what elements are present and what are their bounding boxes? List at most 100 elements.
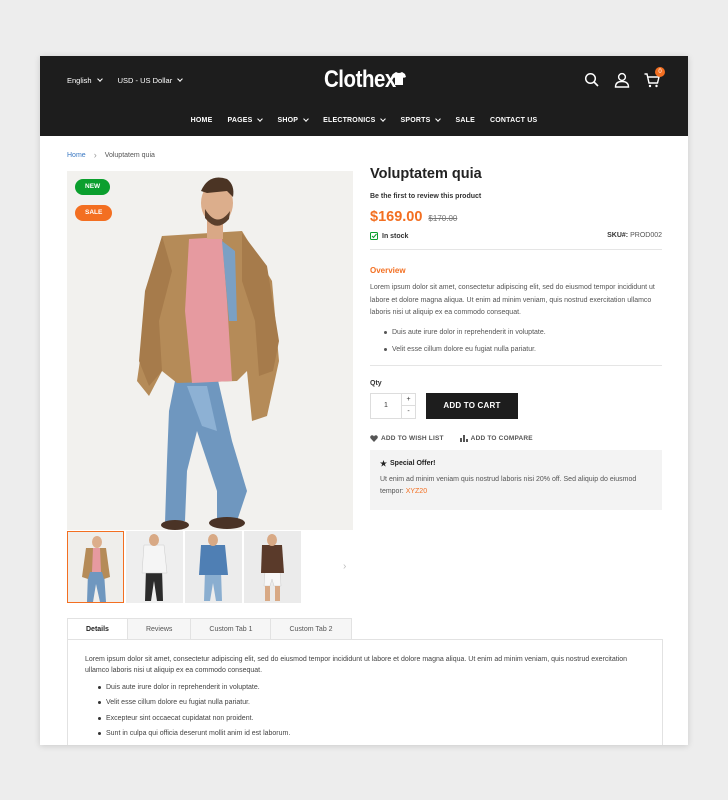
topbar-selectors: English USD - US Dollar — [67, 76, 184, 85]
offer-title: Special Offer! — [380, 459, 652, 467]
product-price: $169.00 — [370, 209, 423, 225]
add-to-compare-link[interactable]: ADD TO COMPARE — [459, 434, 533, 442]
product-info: Voluptatem quia Be the first to review t… — [370, 166, 662, 510]
thumbnail-strip — [67, 531, 301, 603]
sku-value: PROD002 — [630, 232, 662, 239]
nav-home[interactable]: HOME — [191, 117, 213, 124]
details-bullets: Duis aute irure dolor in reprehenderit i… — [98, 680, 645, 741]
star-icon — [380, 459, 387, 467]
chevron-down-icon — [257, 116, 264, 122]
bar-chart-icon — [459, 434, 468, 442]
breadcrumb-current: Voluptatem quia — [104, 151, 155, 159]
details-tab-panel: Lorem ipsum dolor sit amet, consectetur … — [67, 639, 663, 745]
cart-count-badge: 0 — [655, 67, 665, 77]
special-offer-box: Special Offer! Ut enim ad minim veniam q… — [370, 449, 662, 510]
quantity-buttons: + - — [401, 393, 415, 418]
user-icon[interactable] — [614, 72, 630, 88]
nav-label: ELECTRONICS — [323, 117, 376, 124]
chevron-down-icon — [380, 116, 387, 122]
thumbnail-photo — [68, 532, 123, 602]
breadcrumb-separator: › — [93, 150, 97, 160]
language-selector[interactable]: English — [67, 76, 103, 85]
sku: SKU#: PROD002 — [607, 232, 662, 240]
stock-status: In stock — [370, 232, 408, 240]
logo-text: Clothex — [324, 66, 396, 93]
nav-contact-us[interactable]: CONTACT US — [490, 117, 537, 124]
nav-label: SALE — [455, 117, 475, 124]
offer-code: XYZ20 — [405, 487, 428, 495]
tab-reviews[interactable]: Reviews — [127, 618, 192, 640]
language-label: English — [67, 76, 92, 85]
divider — [370, 249, 662, 250]
chevron-down-icon — [435, 116, 442, 122]
quantity-increase-button[interactable]: + — [402, 394, 415, 406]
thumbnail-photo — [185, 531, 242, 603]
breadcrumb-home-link[interactable]: Home — [67, 152, 86, 159]
list-item: Velit esse cillum dolore eu fugiat nulla… — [98, 695, 645, 710]
overview-title: Overview — [370, 266, 406, 275]
currency-label: USD - US Dollar — [117, 76, 173, 85]
tab-custom-1[interactable]: Custom Tab 1 — [191, 618, 272, 640]
chevron-down-icon — [303, 116, 309, 122]
qty-label: Qty — [370, 379, 382, 387]
product-actions: ADD TO WISH LIST ADD TO COMPARE — [370, 434, 662, 442]
wishlist-label: ADD TO WISH LIST — [381, 434, 444, 442]
tab-details[interactable]: Details — [67, 618, 128, 640]
nav-shop[interactable]: SHOP — [277, 116, 309, 124]
sku-label: SKU#: — [607, 232, 629, 239]
nav-label: PAGES — [227, 117, 253, 124]
model-photo — [67, 171, 353, 530]
site-header: English USD - US Dollar Clothex 0 HOME P… — [40, 56, 688, 136]
thumbnail-photo — [244, 531, 301, 603]
thumbnail-1[interactable] — [67, 531, 124, 603]
stock-label: In stock — [382, 232, 409, 240]
nav-label: SPORTS — [400, 117, 431, 124]
nav-sports[interactable]: SPORTS — [400, 116, 442, 124]
old-price: $170.00 — [428, 214, 458, 223]
thumbnail-photo — [126, 531, 183, 603]
quantity-input[interactable] — [371, 393, 401, 418]
heart-icon — [370, 434, 378, 442]
list-item: Duis aute irure dolor in reprehenderit i… — [384, 324, 662, 341]
product-tabs: Details Reviews Custom Tab 1 Custom Tab … — [67, 618, 352, 640]
first-review-link[interactable]: Be the first to review this product — [370, 193, 662, 200]
add-to-wishlist-link[interactable]: ADD TO WISH LIST — [370, 435, 444, 442]
nav-label: SHOP — [277, 117, 299, 124]
stock-row: In stock SKU#: PROD002 — [370, 232, 662, 240]
add-to-cart-button[interactable]: ADD TO CART — [426, 392, 518, 419]
tab-custom-2[interactable]: Custom Tab 2 — [271, 618, 352, 640]
site-logo[interactable]: Clothex — [324, 66, 409, 94]
cart-icon[interactable]: 0 — [644, 67, 665, 88]
divider — [370, 364, 662, 366]
list-item: Sunt in culpa qui officia deserunt molli… — [98, 726, 645, 741]
offer-title-text: Special Offer! — [390, 459, 436, 467]
qty-row: + - ADD TO CART — [370, 392, 662, 419]
thumbnail-4[interactable] — [244, 531, 301, 603]
product-main-image[interactable]: NEW SALE — [67, 171, 353, 530]
nav-electronics[interactable]: ELECTRONICS — [323, 116, 387, 124]
main-nav: HOME PAGES SHOP ELECTRONICS SPORTS SALE … — [40, 116, 688, 124]
nav-label: HOME — [190, 117, 213, 124]
overview-bullets: Duis aute irure dolor in reprehenderit i… — [384, 324, 662, 358]
overview-text: Lorem ipsum dolor sit amet, consectetur … — [370, 284, 655, 316]
check-square-icon — [370, 232, 378, 240]
thumbnail-2[interactable] — [126, 531, 183, 603]
thumbnail-3[interactable] — [185, 531, 242, 603]
sale-badge: SALE — [75, 205, 113, 221]
compare-label: ADD TO COMPARE — [470, 434, 533, 442]
thumbnail-next-arrow[interactable]: › — [343, 561, 346, 572]
product-title: Voluptatem quia — [370, 166, 482, 182]
chevron-down-icon — [96, 76, 103, 82]
chevron-down-icon — [177, 76, 184, 82]
nav-pages[interactable]: PAGES — [227, 116, 264, 124]
nav-sale[interactable]: SALE — [455, 117, 474, 124]
search-icon[interactable] — [584, 72, 600, 88]
header-icons: 0 — [584, 67, 665, 88]
quantity-decrease-button[interactable]: - — [402, 405, 415, 418]
price-row: $169.00 $170.00 — [370, 209, 662, 225]
tshirt-icon — [392, 72, 406, 85]
currency-selector[interactable]: USD - US Dollar — [117, 76, 184, 85]
offer-text: Ut enim ad minim veniam quis nostrud lab… — [380, 474, 652, 498]
list-item: Velit esse cillum dolore eu fugiat nulla… — [384, 341, 662, 358]
nav-label: CONTACT US — [489, 117, 538, 124]
